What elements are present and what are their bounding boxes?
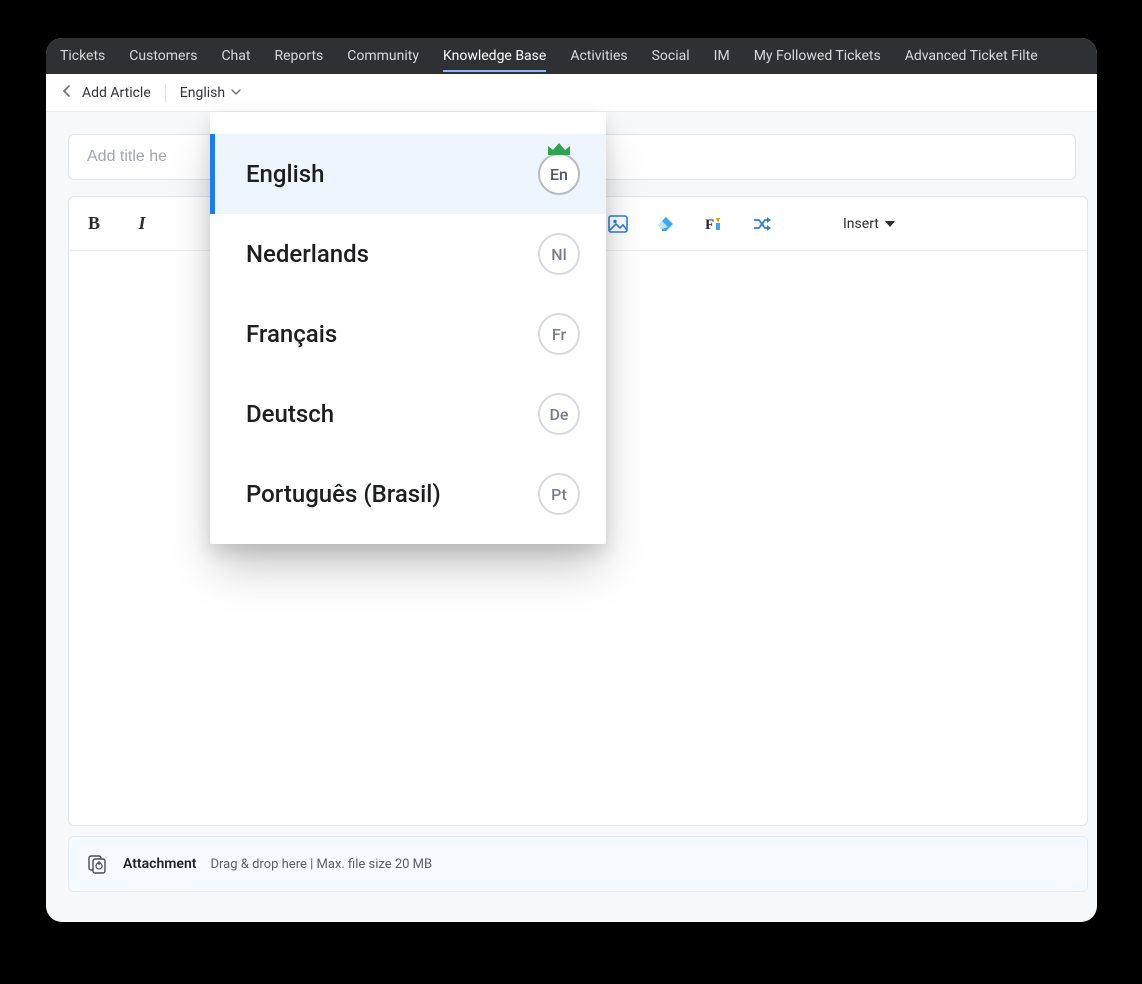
nav-chat[interactable]: Chat <box>221 38 250 74</box>
attachment-icon <box>87 853 109 875</box>
nav-tickets[interactable]: Tickets <box>60 38 105 74</box>
caret-down-icon <box>885 221 895 227</box>
subbar: Add Article English <box>46 74 1097 112</box>
language-name: Português (Brasil) <box>246 480 441 508</box>
language-selector-label: English <box>180 85 225 101</box>
breadcrumb-add-article[interactable]: Add Article <box>82 85 151 101</box>
language-option-portugues[interactable]: Português (Brasil) Pt <box>210 454 606 534</box>
crown-icon <box>546 141 572 161</box>
language-code-badge: De <box>538 393 580 435</box>
language-option-francais[interactable]: Français Fr <box>210 294 606 374</box>
eraser-icon[interactable] <box>655 213 677 235</box>
insert-label: Insert <box>843 216 879 232</box>
nav-social[interactable]: Social <box>652 38 690 74</box>
separator <box>165 84 166 102</box>
language-code-badge: Pt <box>538 473 580 515</box>
language-name: Deutsch <box>246 400 334 428</box>
shuffle-icon[interactable] <box>751 213 773 235</box>
language-selector-trigger[interactable]: English <box>180 85 241 101</box>
nav-knowledge-base[interactable]: Knowledge Base <box>443 38 546 74</box>
language-name: Français <box>246 320 337 348</box>
back-icon[interactable] <box>62 85 72 101</box>
language-name: English <box>246 160 324 188</box>
italic-button[interactable]: I <box>131 213 153 235</box>
app-shell: Tickets Customers Chat Reports Community… <box>46 38 1097 922</box>
language-badge-wrap: En <box>538 153 580 195</box>
language-dropdown: English En Nederlands Nl Français Fr Deu… <box>210 112 606 544</box>
nav-reports[interactable]: Reports <box>274 38 323 74</box>
nav-im[interactable]: IM <box>714 38 730 74</box>
bold-button[interactable]: B <box>83 213 105 235</box>
language-option-deutsch[interactable]: Deutsch De <box>210 374 606 454</box>
clear-format-icon[interactable]: F <box>703 213 725 235</box>
language-code-badge: Nl <box>538 233 580 275</box>
insert-dropdown-button[interactable]: Insert <box>843 216 895 232</box>
svg-text:F: F <box>705 217 714 233</box>
nav-activities[interactable]: Activities <box>570 38 627 74</box>
image-icon[interactable] <box>607 213 629 235</box>
nav-customers[interactable]: Customers <box>129 38 197 74</box>
attachment-label: Attachment <box>123 856 197 872</box>
nav-advanced-ticket-filters[interactable]: Advanced Ticket Filte <box>905 38 1038 74</box>
top-nav: Tickets Customers Chat Reports Community… <box>46 38 1097 74</box>
nav-my-followed-tickets[interactable]: My Followed Tickets <box>754 38 881 74</box>
attachment-strip[interactable]: Attachment Drag & drop here | Max. file … <box>68 836 1088 892</box>
language-name: Nederlands <box>246 240 369 268</box>
language-code-badge: Fr <box>538 313 580 355</box>
chevron-down-icon <box>231 86 241 99</box>
language-option-english[interactable]: English En <box>210 134 606 214</box>
language-option-nederlands[interactable]: Nederlands Nl <box>210 214 606 294</box>
nav-community[interactable]: Community <box>347 38 419 74</box>
attachment-hint: Drag & drop here | Max. file size 20 MB <box>211 857 433 872</box>
